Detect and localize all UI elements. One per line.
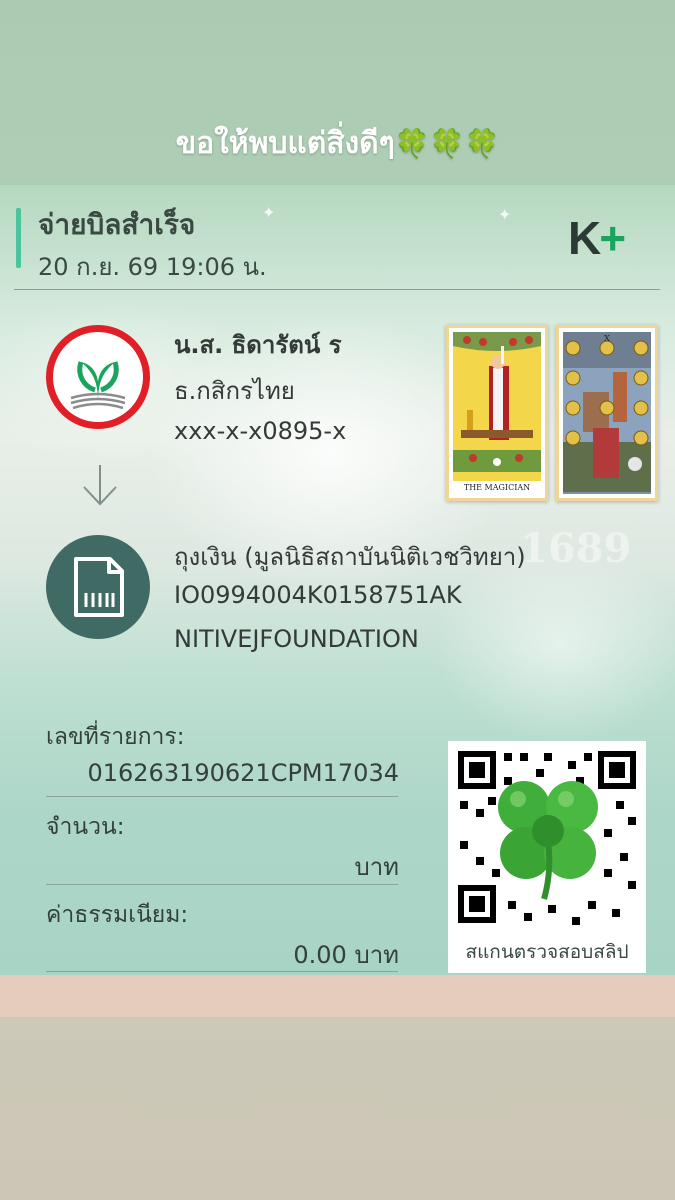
clover-emoji: 🍀🍀🍀 [394, 127, 500, 160]
slip-title: จ่ายบิลสำเร็จ [38, 208, 196, 241]
fee-label: ค่าธรรมเนียม: [46, 902, 189, 928]
qr-caption: สแกนตรวจสอบสลิป [465, 941, 629, 963]
payment-slip: ✦ ✦ ✦ ✦ จ่ายบิลสำเร็จ 20 ก.ย. 69 19:06 น… [0, 185, 675, 975]
sender-name: น.ส. ธิดารัตน์ ร [174, 331, 342, 359]
story-caption: ขอให้พบแต่สิ่งดีๆ🍀🍀🍀 [0, 120, 675, 167]
arrow-down-icon [83, 465, 117, 506]
bill-payment-icon [46, 535, 150, 639]
sparkle-icon: ✦ [262, 203, 276, 222]
tarot-card-pentacles: X [556, 325, 658, 501]
kplus-logo-k: K [568, 212, 601, 264]
kplus-logo-plus: + [599, 212, 626, 264]
tarot-card-1-label: THE MAGICIAN [453, 481, 541, 494]
field-divider [46, 884, 398, 885]
sender-bank: ธ.กสิกรไทย [174, 377, 295, 405]
bottom-band [0, 975, 675, 1017]
story-caption-text: ขอให้พบแต่สิ่งดีๆ [175, 126, 395, 161]
kasikorn-bank-logo [46, 325, 150, 429]
qr-code-image [448, 741, 646, 933]
amount-value: บาท [354, 853, 399, 881]
watermark-text: 1689 [520, 525, 632, 572]
fee-value: 0.00 บาท [293, 941, 399, 969]
qr-code[interactable]: สแกนตรวจสอบสลิป [448, 741, 646, 973]
receiver-reference-1: IO0994004K0158751AK [174, 581, 462, 609]
title-accent-bar [16, 208, 21, 268]
field-divider [46, 796, 398, 797]
tarot-card-2-label: X [604, 334, 610, 343]
reference-value: 016263190621CPM17034 [87, 759, 399, 787]
header-divider [14, 289, 660, 290]
tarot-card-magician: THE MAGICIAN [446, 325, 548, 501]
field-divider [46, 971, 398, 972]
reference-label: เลขที่รายการ: [46, 724, 185, 750]
receiver-reference-2: NITIVEJFOUNDATION [174, 625, 419, 653]
sender-account: xxx-x-x0895-x [174, 417, 347, 445]
slip-datetime: 20 ก.ย. 69 19:06 น. [38, 253, 267, 281]
sparkle-icon: ✦ [498, 205, 512, 224]
kplus-logo: K+ [568, 211, 626, 265]
receiver-name: ถุงเงิน (มูลนิธิสถาบันนิติเวชวิทยา) [174, 543, 526, 571]
amount-label: จำนวน: [46, 814, 125, 840]
